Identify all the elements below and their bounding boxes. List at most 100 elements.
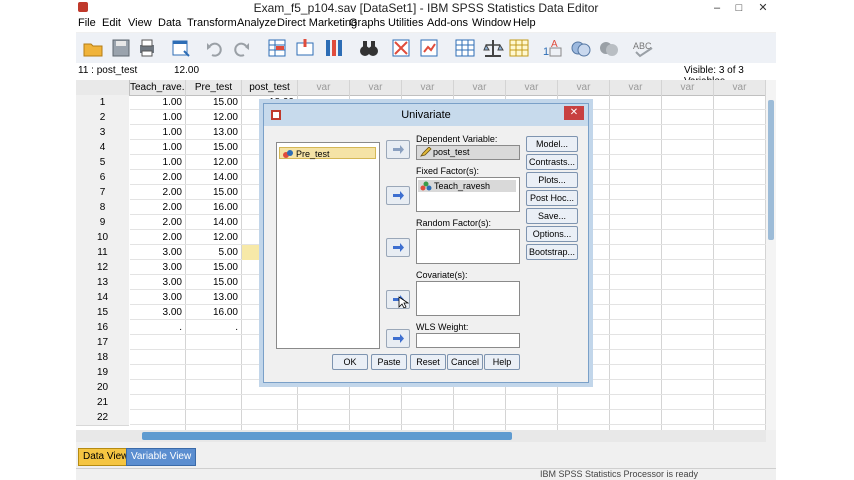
row-number[interactable]: 17: [76, 335, 129, 351]
dialog-close-button[interactable]: ✕: [564, 106, 584, 120]
data-cell[interactable]: [186, 335, 241, 350]
data-cell[interactable]: 1.00: [130, 140, 185, 155]
dependent-variable-field[interactable]: post_test: [416, 145, 520, 160]
data-cell[interactable]: 2.00: [130, 170, 185, 185]
menu-data[interactable]: Data: [158, 17, 181, 29]
menu-utilities[interactable]: Utilities: [388, 17, 423, 29]
data-cell[interactable]: [242, 410, 297, 425]
paste-button[interactable]: Paste: [371, 354, 407, 370]
data-cell[interactable]: 1.00: [130, 155, 185, 170]
row-number[interactable]: 9: [76, 215, 129, 231]
save-icon[interactable]: [110, 37, 132, 59]
data-cell[interactable]: 2.00: [130, 200, 185, 215]
row-number[interactable]: 6: [76, 170, 129, 186]
reset-button[interactable]: Reset: [410, 354, 446, 370]
menu-graphs[interactable]: Graphs: [349, 17, 385, 29]
data-cell[interactable]: [130, 395, 185, 410]
row-number[interactable]: 14: [76, 290, 129, 306]
row-number[interactable]: 8: [76, 200, 129, 216]
data-cell[interactable]: [186, 380, 241, 395]
model-button[interactable]: Model...: [526, 136, 578, 152]
minimize-button[interactable]: –: [706, 1, 728, 15]
cancel-button[interactable]: Cancel: [447, 354, 483, 370]
row-number[interactable]: 15: [76, 305, 129, 321]
move-to-random-factor-button[interactable]: [386, 238, 410, 257]
help-button[interactable]: Help: [484, 354, 520, 370]
print-icon[interactable]: [136, 37, 158, 59]
data-cell[interactable]: [186, 350, 241, 365]
value-labels-icon[interactable]: 1A: [542, 37, 564, 59]
data-cell[interactable]: 14.00: [186, 170, 241, 185]
data-cell[interactable]: 16.00: [186, 305, 241, 320]
menu-add-ons[interactable]: Add-ons: [427, 17, 468, 29]
data-cell[interactable]: [130, 410, 185, 425]
data-cell[interactable]: [130, 380, 185, 395]
data-cell[interactable]: 3.00: [130, 260, 185, 275]
data-cell[interactable]: 16.00: [186, 200, 241, 215]
random-factors-list[interactable]: [416, 229, 520, 264]
row-number[interactable]: 2: [76, 110, 129, 126]
menu-help[interactable]: Help: [513, 17, 536, 29]
close-window-button[interactable]: ✕: [752, 1, 774, 15]
data-cell[interactable]: 1.00: [130, 110, 185, 125]
fixed-factors-list[interactable]: Teach_ravesh: [416, 177, 520, 212]
menu-analyze[interactable]: Analyze: [237, 17, 276, 29]
data-cell[interactable]: 15.00: [186, 185, 241, 200]
list-item[interactable]: Teach_ravesh: [418, 180, 516, 192]
data-cell[interactable]: [130, 335, 185, 350]
show-all-variables-icon[interactable]: [598, 37, 620, 59]
data-cell[interactable]: .: [130, 320, 185, 335]
move-to-covariate-button[interactable]: [386, 290, 410, 309]
row-number[interactable]: 20: [76, 380, 129, 396]
find-binoculars-icon[interactable]: [358, 37, 380, 59]
covariates-list[interactable]: [416, 281, 520, 316]
data-cell[interactable]: 5.00: [186, 245, 241, 260]
data-cell[interactable]: 15.00: [186, 275, 241, 290]
spell-check-icon[interactable]: ABC: [632, 37, 658, 59]
list-item[interactable]: Pre_test: [279, 147, 376, 159]
data-cell[interactable]: [130, 365, 185, 380]
row-number[interactable]: 13: [76, 275, 129, 291]
data-cell[interactable]: 15.00: [186, 260, 241, 275]
data-cell[interactable]: 12.00: [186, 155, 241, 170]
use-variable-sets-icon[interactable]: [570, 37, 592, 59]
contrasts-button[interactable]: Contrasts...: [526, 154, 578, 170]
menu-direct-marketing[interactable]: Direct Marketing: [277, 17, 357, 29]
data-cell[interactable]: 1.00: [130, 125, 185, 140]
cell-value-editor[interactable]: 12.00: [174, 65, 199, 76]
data-cell[interactable]: [186, 365, 241, 380]
data-cell[interactable]: 15.00: [186, 140, 241, 155]
data-cell[interactable]: 2.00: [130, 230, 185, 245]
horizontal-scroll-thumb[interactable]: [142, 432, 512, 440]
row-number[interactable]: 7: [76, 185, 129, 201]
redo-icon[interactable]: [230, 37, 252, 59]
menu-file[interactable]: File: [78, 17, 96, 29]
row-number[interactable]: 3: [76, 125, 129, 141]
row-number[interactable]: 21: [76, 395, 129, 411]
save-button[interactable]: Save...: [526, 208, 578, 224]
weight-cases-icon[interactable]: [482, 37, 504, 59]
variables-icon[interactable]: [322, 37, 344, 59]
data-cell[interactable]: 3.00: [130, 245, 185, 260]
bootstrap-button[interactable]: Bootstrap...: [526, 244, 578, 260]
data-cell[interactable]: 12.00: [186, 110, 241, 125]
undo-icon[interactable]: [204, 37, 226, 59]
row-number[interactable]: 12: [76, 260, 129, 276]
split-file-icon[interactable]: [454, 37, 476, 59]
row-number[interactable]: 1: [76, 95, 129, 111]
data-cell[interactable]: 3.00: [130, 290, 185, 305]
data-cell[interactable]: 13.00: [186, 125, 241, 140]
go-to-variable-icon[interactable]: [294, 37, 316, 59]
data-cell[interactable]: 1.00: [130, 95, 185, 110]
move-to-fixed-factor-button[interactable]: [386, 186, 410, 205]
data-cell[interactable]: 3.00: [130, 275, 185, 290]
maximize-button[interactable]: □: [728, 1, 750, 15]
plots-button[interactable]: Plots...: [526, 172, 578, 188]
insert-cases-icon[interactable]: [390, 37, 412, 59]
row-number[interactable]: 11: [76, 245, 129, 261]
post-hoc-button[interactable]: Post Hoc...: [526, 190, 578, 206]
move-to-wls-weight-button[interactable]: [386, 329, 410, 348]
move-to-dependent-button[interactable]: [386, 140, 410, 159]
data-cell[interactable]: .: [186, 320, 241, 335]
wls-weight-field[interactable]: [416, 333, 520, 348]
